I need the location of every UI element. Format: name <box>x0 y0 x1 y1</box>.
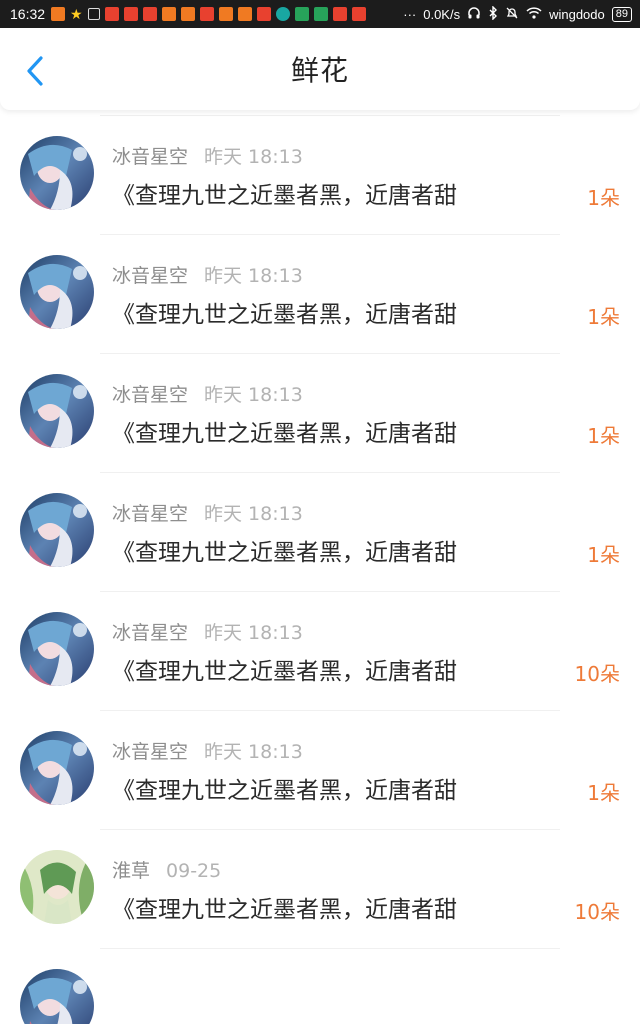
sender-meta: 冰音星空 昨天 18:13 <box>112 737 303 764</box>
sender-name[interactable]: 淮草 <box>112 860 150 882</box>
sender-meta: 冰音星空 昨天 18:13 <box>112 618 303 645</box>
headphones-icon <box>467 6 481 23</box>
sender-name[interactable]: 冰音星空 <box>112 622 188 644</box>
flower-count: 10朵 <box>574 900 620 924</box>
list-item[interactable]: 冰音星空 昨天 18:13 《查理九世之近墨者黑，近唐者甜 10朵 <box>0 592 640 711</box>
avatar[interactable] <box>20 731 94 805</box>
more-notifications: ··· <box>403 6 417 22</box>
app-notification-icon <box>294 7 309 21</box>
screen: 16:32 ★ ··· 0.0K/s wingdodo 89 冰音星空 昨天 1… <box>0 0 640 1024</box>
sent-time: 昨天 18:13 <box>204 146 303 168</box>
book-title: 《查理九世之近墨者黑，近唐者甜 <box>112 778 457 804</box>
sender-meta: 冰音星空 昨天 18:13 <box>112 380 303 407</box>
book-title: 《查理九世之近墨者黑，近唐者甜 <box>112 659 457 685</box>
sender-name[interactable]: 冰音星空 <box>112 741 188 763</box>
list-item[interactable]: 冰音星空 昨天 18:13 《查理九世之近墨者黑，近唐者甜 1朵 <box>0 711 640 830</box>
app-notification-icon <box>123 7 138 21</box>
list-item[interactable] <box>0 949 640 1024</box>
book-title: 《查理九世之近墨者黑，近唐者甜 <box>112 302 457 328</box>
avatar[interactable] <box>20 612 94 686</box>
app-notification-icon <box>199 7 214 21</box>
book-title: 《查理九世之近墨者黑，近唐者甜 <box>112 540 457 566</box>
sender-name[interactable]: 冰音星空 <box>112 503 188 525</box>
mute-icon <box>505 6 519 23</box>
flower-count: 1朵 <box>587 305 620 329</box>
avatar[interactable] <box>20 255 94 329</box>
chevron-left-icon <box>27 56 43 86</box>
sender-name[interactable]: 冰音星空 <box>112 265 188 287</box>
book-title: 《查理九世之近墨者黑，近唐者甜 <box>112 897 457 923</box>
flower-count: 1朵 <box>587 781 620 805</box>
app-notification-icon <box>313 7 328 21</box>
list-item[interactable]: 冰音星空 昨天 18:13 《查理九世之近墨者黑，近唐者甜 1朵 <box>0 116 640 235</box>
list-item[interactable]: 冰音星空 昨天 18:13 《查理九世之近墨者黑，近唐者甜 1朵 <box>0 473 640 592</box>
avatar[interactable] <box>20 374 94 448</box>
wifi-name: wingdodo <box>549 6 605 22</box>
app-notification-icon <box>237 7 252 21</box>
battery-level: 89 <box>611 6 632 22</box>
sent-time: 09-25 <box>166 860 222 882</box>
flower-count: 1朵 <box>587 543 620 567</box>
app-notification-icon <box>142 7 157 21</box>
calendar-icon <box>87 8 100 20</box>
app-notification-icon <box>104 7 119 21</box>
sender-meta: 冰音星空 昨天 18:13 <box>112 499 303 526</box>
star-icon: ★ <box>70 6 83 22</box>
app-notification-icon <box>51 7 66 21</box>
list-item[interactable]: 冰音星空 昨天 18:13 《查理九世之近墨者黑，近唐者甜 1朵 <box>0 354 640 473</box>
sent-time: 昨天 18:13 <box>204 503 303 525</box>
flower-count: 1朵 <box>587 424 620 448</box>
network-speed: 0.0K/s <box>423 6 461 22</box>
sent-time: 昨天 18:13 <box>204 622 303 644</box>
sender-name[interactable]: 冰音星空 <box>112 146 188 168</box>
app-notification-icon <box>161 7 176 21</box>
sent-time: 昨天 18:13 <box>204 265 303 287</box>
sender-meta: 冰音星空 昨天 18:13 <box>112 142 303 169</box>
app-notification-icon <box>218 7 233 21</box>
status-bar: 16:32 ★ ··· 0.0K/s wingdodo 89 <box>0 0 640 28</box>
sender-meta: 冰音星空 昨天 18:13 <box>112 261 303 288</box>
avatar[interactable] <box>20 850 94 924</box>
app-notification-icon <box>180 7 195 21</box>
app-notification-icon <box>351 7 366 21</box>
sent-time: 昨天 18:13 <box>204 384 303 406</box>
app-notification-icon <box>275 7 290 21</box>
sent-time: 昨天 18:13 <box>204 741 303 763</box>
sender-name[interactable]: 冰音星空 <box>112 384 188 406</box>
status-right: ··· 0.0K/s wingdodo 89 <box>403 4 632 23</box>
avatar[interactable] <box>20 969 94 1024</box>
notification-icons: ★ <box>51 7 366 21</box>
flower-count: 10朵 <box>574 662 620 686</box>
list-item[interactable]: 冰音星空 昨天 18:13 《查理九世之近墨者黑，近唐者甜 1朵 <box>0 235 640 354</box>
avatar[interactable] <box>20 493 94 567</box>
sender-meta: 淮草 09-25 <box>112 856 221 883</box>
wifi-icon <box>526 6 542 22</box>
page-title: 鲜花 <box>290 54 349 87</box>
book-title: 《查理九世之近墨者黑，近唐者甜 <box>112 183 457 209</box>
status-time: 16:32 <box>10 6 46 22</box>
avatar[interactable] <box>20 136 94 210</box>
list-item[interactable]: 淮草 09-25 《查理九世之近墨者黑，近唐者甜 10朵 <box>0 830 640 949</box>
app-notification-icon <box>256 7 271 21</box>
flower-count: 1朵 <box>587 186 620 210</box>
nav-header: 鲜花 <box>0 28 640 110</box>
bluetooth-icon <box>488 4 498 23</box>
app-notification-icon <box>332 7 347 21</box>
back-button[interactable] <box>20 54 50 88</box>
book-title: 《查理九世之近墨者黑，近唐者甜 <box>112 421 457 447</box>
